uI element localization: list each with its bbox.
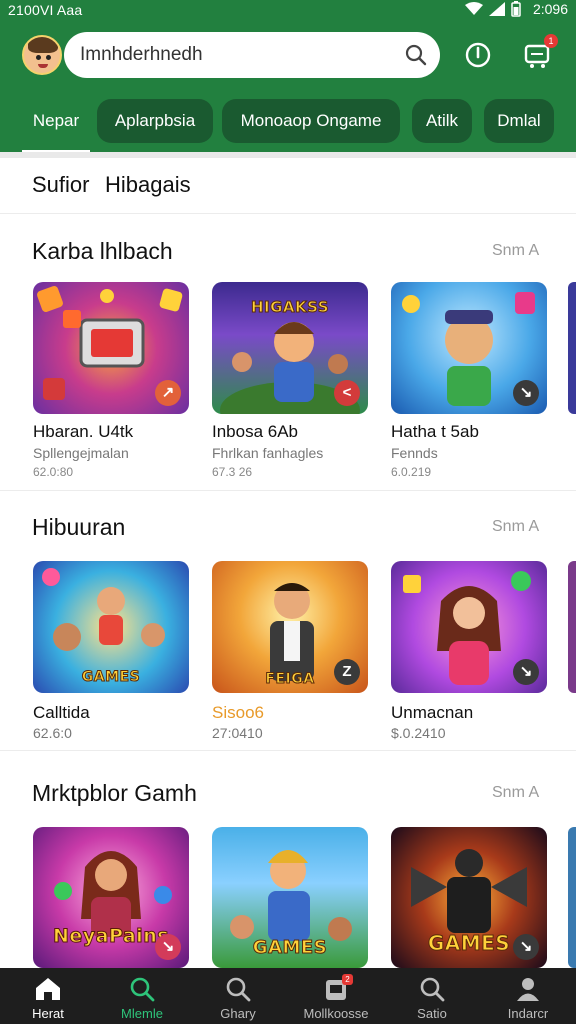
card-subtitle: Fennds bbox=[391, 445, 438, 461]
section-1: Karba lhlbach Snm A ↗ Hbaran. U4tk Splle… bbox=[0, 238, 576, 488]
game-thumbnail[interactable]: GAMES bbox=[212, 827, 368, 968]
game-thumbnail[interactable]: ↘ bbox=[391, 561, 547, 693]
nav-label: Mollkoosse bbox=[303, 1006, 369, 1021]
search-icon[interactable] bbox=[404, 43, 428, 67]
avatar[interactable] bbox=[22, 35, 62, 75]
search-box[interactable] bbox=[64, 32, 440, 78]
tab-aplarpbsia[interactable]: Aplarpbsia bbox=[97, 99, 213, 143]
card-title: Hbaran. U4tk bbox=[33, 422, 134, 441]
section-divider bbox=[0, 490, 576, 491]
section-3: Mrktpblor Gamh Snm A NeyaPains ↘ GAMES G… bbox=[0, 780, 576, 970]
game-thumbnail[interactable]: FEIGA Z bbox=[212, 561, 368, 693]
cart-badge: 1 bbox=[544, 34, 558, 48]
thumb-logo-text: GAMES bbox=[81, 669, 141, 686]
subheader-right[interactable]: Hibagais bbox=[105, 172, 191, 198]
nav-label: Satio bbox=[417, 1006, 447, 1021]
card-subtitle: Spllengejmalan bbox=[33, 445, 129, 461]
tab-nepar[interactable]: Nepar bbox=[18, 99, 94, 143]
card-badge: ↘ bbox=[155, 934, 181, 960]
app-header: 2100VI Aaa 2:096 1 Nepar Aplarpbsia Mono… bbox=[0, 0, 576, 158]
card-title: Hatha t 5ab bbox=[391, 422, 479, 441]
card-meta: 62.0:80 bbox=[33, 465, 74, 479]
game-thumbnail[interactable]: GAMES bbox=[33, 561, 189, 693]
nav-item-satio[interactable]: Satio bbox=[384, 968, 480, 1024]
signal-icon bbox=[488, 2, 505, 16]
subheader: Sufior Hibagais bbox=[0, 160, 576, 214]
nav-item-mlemle[interactable]: Mlemle bbox=[94, 968, 190, 1024]
header-divider bbox=[0, 152, 576, 158]
search-icon bbox=[130, 977, 155, 1002]
card-badge: Z bbox=[334, 659, 360, 685]
card-subtitle: 27:0410 bbox=[212, 725, 263, 741]
bottom-nav: Herat Mlemle Ghary 2 Mollkoosse Satio In… bbox=[0, 968, 576, 1024]
card-meta: 67.3 26 bbox=[212, 465, 253, 479]
cart-button[interactable]: 1 bbox=[522, 34, 558, 70]
nav-label: Indarcr bbox=[507, 1006, 549, 1021]
info-icon[interactable] bbox=[463, 40, 493, 70]
nav-label: Mlemle bbox=[121, 1006, 163, 1021]
card-title: Sisoo6 bbox=[212, 703, 264, 722]
game-thumbnail[interactable]: ↘ bbox=[391, 282, 547, 414]
profile-icon bbox=[517, 978, 539, 1001]
nav-label: Ghary bbox=[220, 1006, 256, 1021]
subheader-left[interactable]: Sufior bbox=[32, 172, 89, 198]
section-title: Hibuuran bbox=[32, 514, 126, 540]
category-tabs: Nepar Aplarpbsia Monoaop Ongame Atilk Dm… bbox=[0, 96, 576, 153]
card-title: Calltida bbox=[33, 703, 90, 722]
status-bar: 2100VI Aaa 2:096 bbox=[0, 0, 576, 22]
thumb-logo-text: GAMES bbox=[252, 937, 328, 959]
section-title: Karba lhlbach bbox=[32, 238, 173, 264]
tab-dmlal[interactable]: Dmlal bbox=[484, 99, 554, 143]
card-subtitle: 62.6:0 bbox=[33, 725, 72, 741]
game-thumbnail[interactable]: ↗ bbox=[33, 282, 189, 414]
see-all-link[interactable]: Snm A bbox=[492, 242, 539, 260]
card-title: Inbosa 6Ab bbox=[212, 422, 299, 441]
search-icon bbox=[420, 977, 445, 1002]
card-badge: ↗ bbox=[155, 380, 181, 406]
nav-item-mollkoosse[interactable]: 2 Mollkoosse bbox=[288, 968, 384, 1024]
section-title: Mrktpblor Gamh bbox=[32, 780, 197, 806]
card-subtitle: Fhrlkan fanhagles bbox=[212, 445, 324, 461]
search-icon bbox=[226, 977, 251, 1002]
game-thumbnail[interactable]: NeyaPains ↘ bbox=[33, 827, 189, 968]
status-time: 2:096 bbox=[532, 1, 568, 17]
nav-item-ghary[interactable]: Ghary bbox=[190, 968, 286, 1024]
next-card-peek[interactable] bbox=[568, 561, 576, 693]
status-icons: 2:096 bbox=[464, 1, 568, 17]
card-meta: 6.0.219 bbox=[391, 465, 432, 479]
wifi-icon bbox=[464, 2, 483, 15]
tab-monoaop-ongame[interactable]: Monoaop Ongame bbox=[222, 99, 400, 143]
see-all-link[interactable]: Snm A bbox=[492, 784, 539, 802]
tab-atilk[interactable]: Atilk bbox=[412, 99, 472, 143]
card-badge: < bbox=[334, 380, 360, 406]
nav-badge: 2 bbox=[342, 974, 353, 985]
see-all-link[interactable]: Snm A bbox=[492, 518, 539, 536]
nav-item-herat[interactable]: Herat bbox=[0, 968, 96, 1024]
search-input[interactable] bbox=[80, 32, 390, 78]
next-card-peek[interactable] bbox=[568, 282, 576, 414]
status-left-text: 2100VI Aaa bbox=[8, 2, 83, 18]
game-thumbnail[interactable]: GAMES ↘ bbox=[391, 827, 547, 968]
next-card-peek[interactable] bbox=[568, 827, 576, 968]
card-badge: ↘ bbox=[513, 934, 539, 960]
search-row: 1 bbox=[0, 30, 576, 80]
home-icon bbox=[36, 978, 60, 1000]
card-subtitle: $.0.2410 bbox=[391, 725, 446, 741]
section-2: Hibuuran Snm A GAMES Calltida 62.6:0 FEI… bbox=[0, 514, 576, 744]
nav-item-indarcr[interactable]: Indarcr bbox=[480, 968, 576, 1024]
card-title: Unmacnan bbox=[391, 703, 474, 722]
nav-label: Herat bbox=[32, 1006, 64, 1021]
card-badge: ↘ bbox=[513, 380, 539, 406]
game-thumbnail[interactable]: HIGAKSS < bbox=[212, 282, 368, 414]
battery-icon bbox=[511, 1, 521, 17]
card-badge: ↘ bbox=[513, 659, 539, 685]
section-divider bbox=[0, 750, 576, 751]
thumb-logo-text: HIGAKSS bbox=[250, 298, 330, 317]
